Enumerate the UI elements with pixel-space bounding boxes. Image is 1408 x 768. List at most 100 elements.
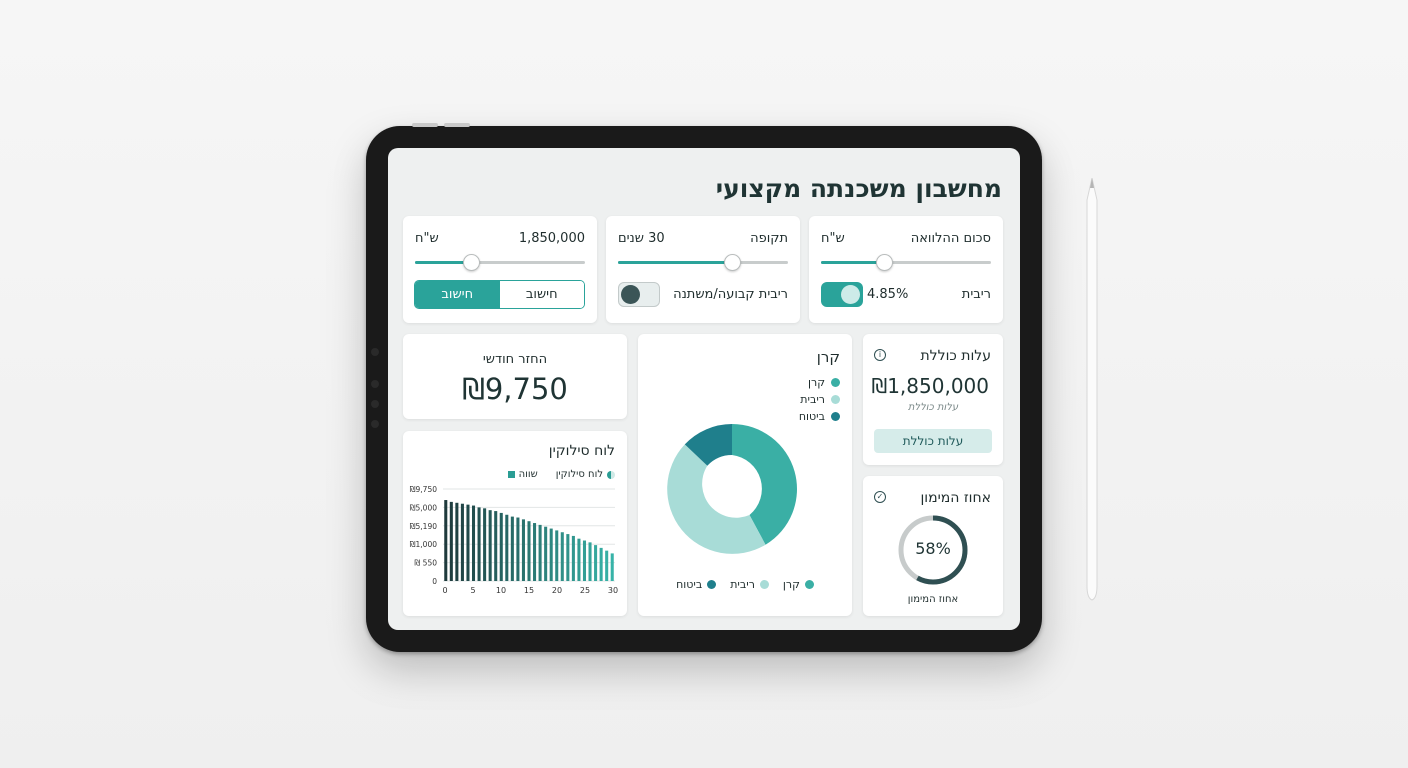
amortization-bar [549, 528, 553, 581]
total-cost-card: עלות כוללת i ₪1,850,000 עלות כוללת עלות … [863, 334, 1003, 465]
term-slider[interactable] [618, 254, 788, 271]
insurance-dot-icon [707, 580, 717, 589]
tablet-side-dot [371, 380, 379, 388]
amortization-bar [588, 542, 592, 581]
loan-amount-card: סכום ההלוואה ש"ח ריבית 4.85% [809, 216, 1003, 323]
check-icon: ✓ [874, 491, 886, 503]
amortization-bar [610, 553, 614, 581]
amortization-bar [460, 503, 464, 581]
calc-option-active[interactable]: חישוב [415, 281, 500, 308]
amount-slider-thumb[interactable] [463, 254, 481, 271]
amount-value: 1,850,000 [518, 231, 585, 246]
loan-amount-slider-fill [821, 261, 884, 264]
x-tick-label: 30 [608, 586, 618, 595]
amortization-bar [510, 516, 514, 581]
amount-card: 1,850,000 ש"ח חישוב חישוב [403, 216, 597, 323]
principal-dot-icon [831, 378, 840, 387]
term-value: 30 שנים [618, 231, 665, 246]
monthly-payment-card: החזר חודשי ₪9,750 [403, 334, 627, 419]
x-tick-label: 20 [552, 586, 562, 595]
amortization-bar [471, 505, 476, 581]
breakdown-donut-chart [667, 424, 797, 554]
rate-toggle-knob [841, 285, 860, 304]
loan-amount-slider[interactable] [821, 254, 991, 271]
breakdown-legend-insurance: ביטוח [799, 410, 840, 423]
tablet-top-button [412, 123, 438, 127]
term-label: תקופה [750, 231, 788, 246]
y-tick-label: ₪5,000 [410, 503, 438, 512]
insurance-dot-icon [831, 412, 840, 421]
amortization-bar [527, 521, 531, 581]
breakdown-legend-label: ביטוח [798, 410, 825, 423]
amortization-bar [594, 545, 598, 581]
amortization-bar-chart: ₪9,750 ₪5,000 ₪5,190 ₪1,000 ₪ 550 00 5 10 15 20 25… [410, 485, 618, 595]
amortization-bar [516, 517, 520, 581]
amortization-bar [477, 507, 481, 581]
amount-slider[interactable] [415, 254, 585, 271]
monthly-payment-value: ₪9,750 [462, 372, 568, 406]
principal-dot-icon [804, 580, 814, 589]
term-slider-fill [618, 261, 732, 264]
bottom-legend-item: ביטוח [676, 578, 717, 591]
x-tick-label: 0 [442, 586, 447, 595]
tablet-side-dot [371, 348, 379, 356]
amortization-bar [483, 508, 487, 581]
bottom-legend-item: ריבית [730, 578, 769, 591]
y-tick-label: ₪1,000 [410, 540, 438, 549]
interest-dot-icon [759, 580, 769, 589]
amortization-bar [449, 501, 453, 581]
x-tick-label: 10 [496, 586, 506, 595]
amortization-bar [488, 510, 492, 581]
amortization-bar [494, 511, 498, 581]
legend-item-schedule: לוח סילוקין [555, 469, 603, 480]
amortization-bar [599, 547, 603, 581]
legend-item-equal: שווה [518, 469, 538, 480]
legend-item-equal-icon [507, 471, 515, 478]
amortization-bar [505, 514, 509, 581]
financing-value: 58% [915, 539, 951, 558]
financing-title: אחוז המימון [920, 490, 991, 506]
total-cost-button[interactable]: עלות כוללת [874, 429, 992, 453]
y-tick-label: 0 [432, 577, 437, 586]
rate-toggle[interactable] [821, 282, 863, 307]
breakdown-legend-label: ריבית [800, 393, 825, 406]
info-icon[interactable]: i [874, 349, 886, 361]
total-cost-title: עלות כוללת [920, 348, 991, 364]
chart-title: לוח סילוקין [548, 443, 615, 459]
amortization-bar [582, 540, 587, 581]
calc-option[interactable]: חישוב [499, 281, 584, 308]
amortization-bar [521, 519, 525, 581]
amortization-bar [455, 502, 459, 581]
stylus-pencil [1086, 178, 1098, 601]
amortization-bar [571, 535, 575, 581]
amount-unit: ש"ח [415, 231, 439, 246]
breakdown-bottom-legend: קרן ריבית ביטוח [638, 578, 852, 591]
total-cost-sub: עלות כוללת [907, 402, 959, 413]
rate-type-toggle[interactable] [618, 282, 660, 307]
monthly-payment-label: החזר חודשי [482, 352, 548, 367]
term-slider-thumb[interactable] [723, 254, 741, 271]
breakdown-title: קרן [816, 348, 840, 366]
legend-item-schedule-icon [607, 470, 615, 479]
y-tick-label: ₪5,190 [410, 522, 438, 531]
calc-segmented-control: חישוב חישוב [414, 280, 585, 309]
tablet-side-dot [371, 400, 379, 408]
amortization-bar [555, 530, 559, 581]
amortization-bar [533, 523, 537, 581]
tablet-device: מחשבון משכנתה מקצועי סכום ההלוואה ש"ח רי… [366, 123, 1042, 652]
amortization-bar [444, 500, 448, 581]
breakdown-card: קרן קרן ריבית ביטוח קרן ריבית ביטוח [638, 334, 852, 616]
y-tick-label: ₪ 550 [414, 559, 437, 568]
rate-type-toggle-knob [621, 285, 640, 304]
x-tick-label: 25 [580, 586, 590, 595]
loan-amount-label: סכום ההלוואה [910, 231, 991, 246]
total-cost-value: ₪1,850,000 [871, 374, 989, 398]
x-tick-label: 5 [470, 586, 475, 595]
page-title: מחשבון משכנתה מקצועי [715, 174, 1002, 203]
financing-sub: אחוז המימון [907, 594, 959, 605]
amortization-bar [538, 524, 542, 581]
tablet-side-dot [371, 420, 379, 428]
chart-legend: לוח סילוקין שווה [507, 469, 615, 480]
amortization-bar [544, 526, 548, 581]
loan-amount-slider-thumb[interactable] [875, 254, 893, 271]
